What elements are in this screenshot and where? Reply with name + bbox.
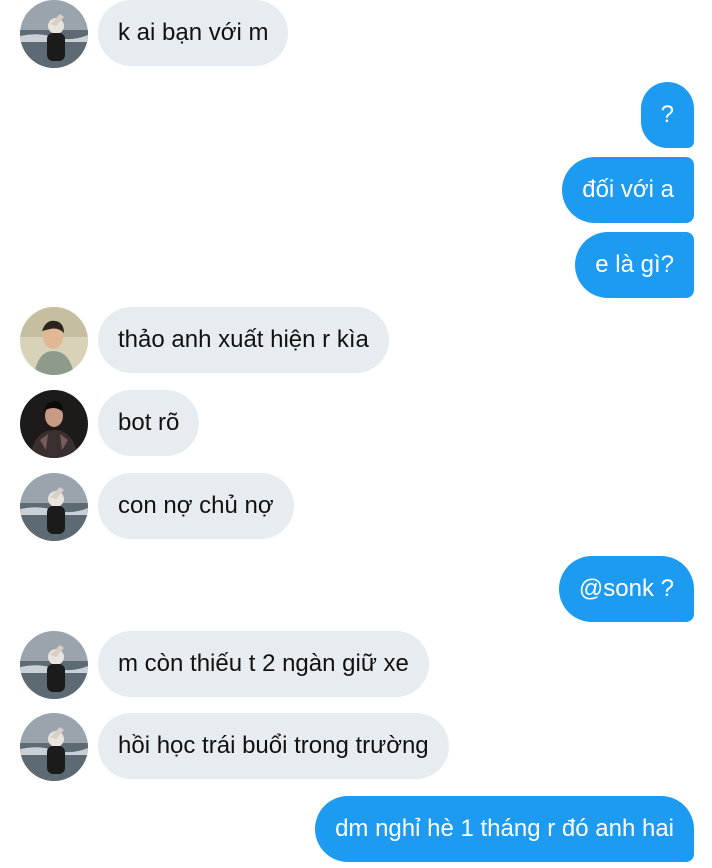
avatar-sea[interactable] — [20, 631, 88, 699]
message-text: dm nghỉ hè 1 tháng r đó anh hai — [335, 815, 674, 842]
message-bubble[interactable]: con nợ chủ nợ — [98, 473, 294, 539]
message-text: thảo anh xuất hiện r kìa — [118, 326, 369, 353]
message-bubble[interactable]: hồi học trái buổi trong trường — [98, 713, 449, 779]
message-bubble[interactable]: dm nghỉ hè 1 tháng r đó anh hai — [315, 796, 694, 862]
message-bubble[interactable]: thảo anh xuất hiện r kìa — [98, 307, 389, 373]
message-bubble[interactable]: m còn thiếu t 2 ngàn giữ xe — [98, 631, 429, 697]
message-bubble[interactable]: e là gì? — [575, 232, 694, 298]
avatar-sea[interactable] — [20, 713, 88, 781]
message-text: bot rõ — [118, 409, 180, 436]
message-text: k ai bạn với m — [118, 19, 269, 46]
message-text: m còn thiếu t 2 ngàn giữ xe — [118, 650, 409, 677]
avatar-sea[interactable] — [20, 0, 88, 68]
message-text: đối với a — [582, 176, 674, 203]
message-text: @sonk ? — [578, 575, 674, 602]
message-text: con nợ chủ nợ — [118, 492, 274, 519]
message-bubble[interactable]: bot rõ — [98, 390, 200, 456]
avatar-man-dark[interactable] — [20, 390, 88, 458]
message-text: hồi học trái buổi trong trường — [118, 732, 429, 759]
avatar-man-light[interactable] — [20, 307, 88, 375]
message-text: ? — [660, 101, 674, 128]
message-bubble[interactable]: ? — [640, 82, 694, 148]
avatar-sea[interactable] — [20, 473, 88, 541]
chat-thread: k ai bạn với m ? đối với a e là gì? thảo… — [0, 0, 712, 868]
message-bubble[interactable]: k ai bạn với m — [98, 0, 289, 66]
message-bubble[interactable]: @sonk ? — [558, 556, 694, 622]
message-text: e là gì? — [595, 251, 674, 278]
message-bubble[interactable]: đối với a — [562, 157, 694, 223]
